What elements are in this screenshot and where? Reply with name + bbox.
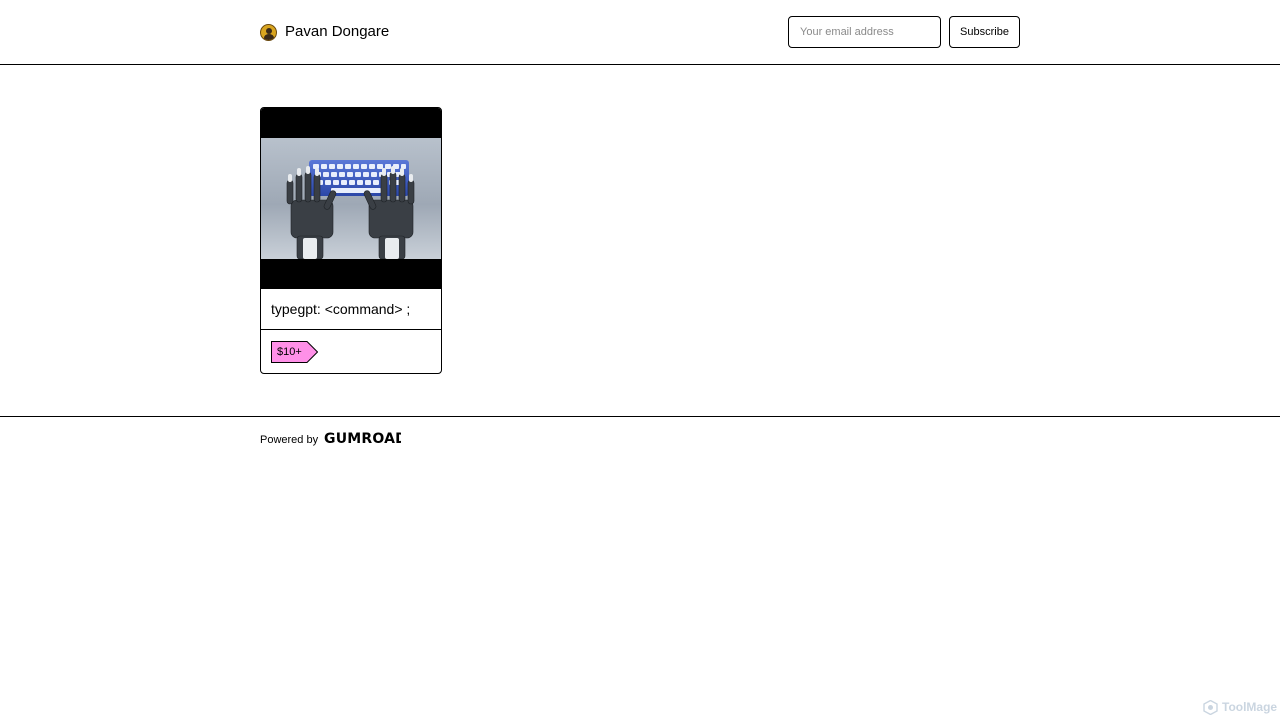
product-price-row: $10+ [261,330,441,373]
powered-by-text: Powered by [260,434,319,446]
footer-divider [0,416,1280,417]
gumroad-wordmark-icon: GUMROAD [324,431,407,447]
creator-name: Pavan Dongare [285,23,390,40]
robot-hands-typing-keyboard-image [261,138,441,259]
toolmage-logo-icon [1203,699,1218,715]
email-field[interactable] [788,16,941,48]
creator-profile-link[interactable]: Pavan Dongare [260,23,389,41]
powered-by: Powered by GUMROAD [260,431,407,449]
avatar [260,23,277,41]
watermark: ToolMage [1203,699,1277,715]
site-header: Pavan Dongare Subscribe [0,0,1280,65]
product-title: typegpt: <command> ; [271,301,411,317]
svg-text:GUMROAD: GUMROAD [324,431,401,445]
product-card[interactable]: typegpt: <command> ; $10+ [260,107,442,374]
subscribe-button[interactable]: Subscribe [949,16,1020,48]
gumroad-logo[interactable]: GUMROAD [324,431,407,449]
product-thumbnail [261,108,441,289]
product-title-row: typegpt: <command> ; [261,289,441,330]
price-label: $10+ [277,346,302,358]
price-badge: $10+ [271,341,318,363]
watermark-text: ToolMage [1222,700,1278,714]
